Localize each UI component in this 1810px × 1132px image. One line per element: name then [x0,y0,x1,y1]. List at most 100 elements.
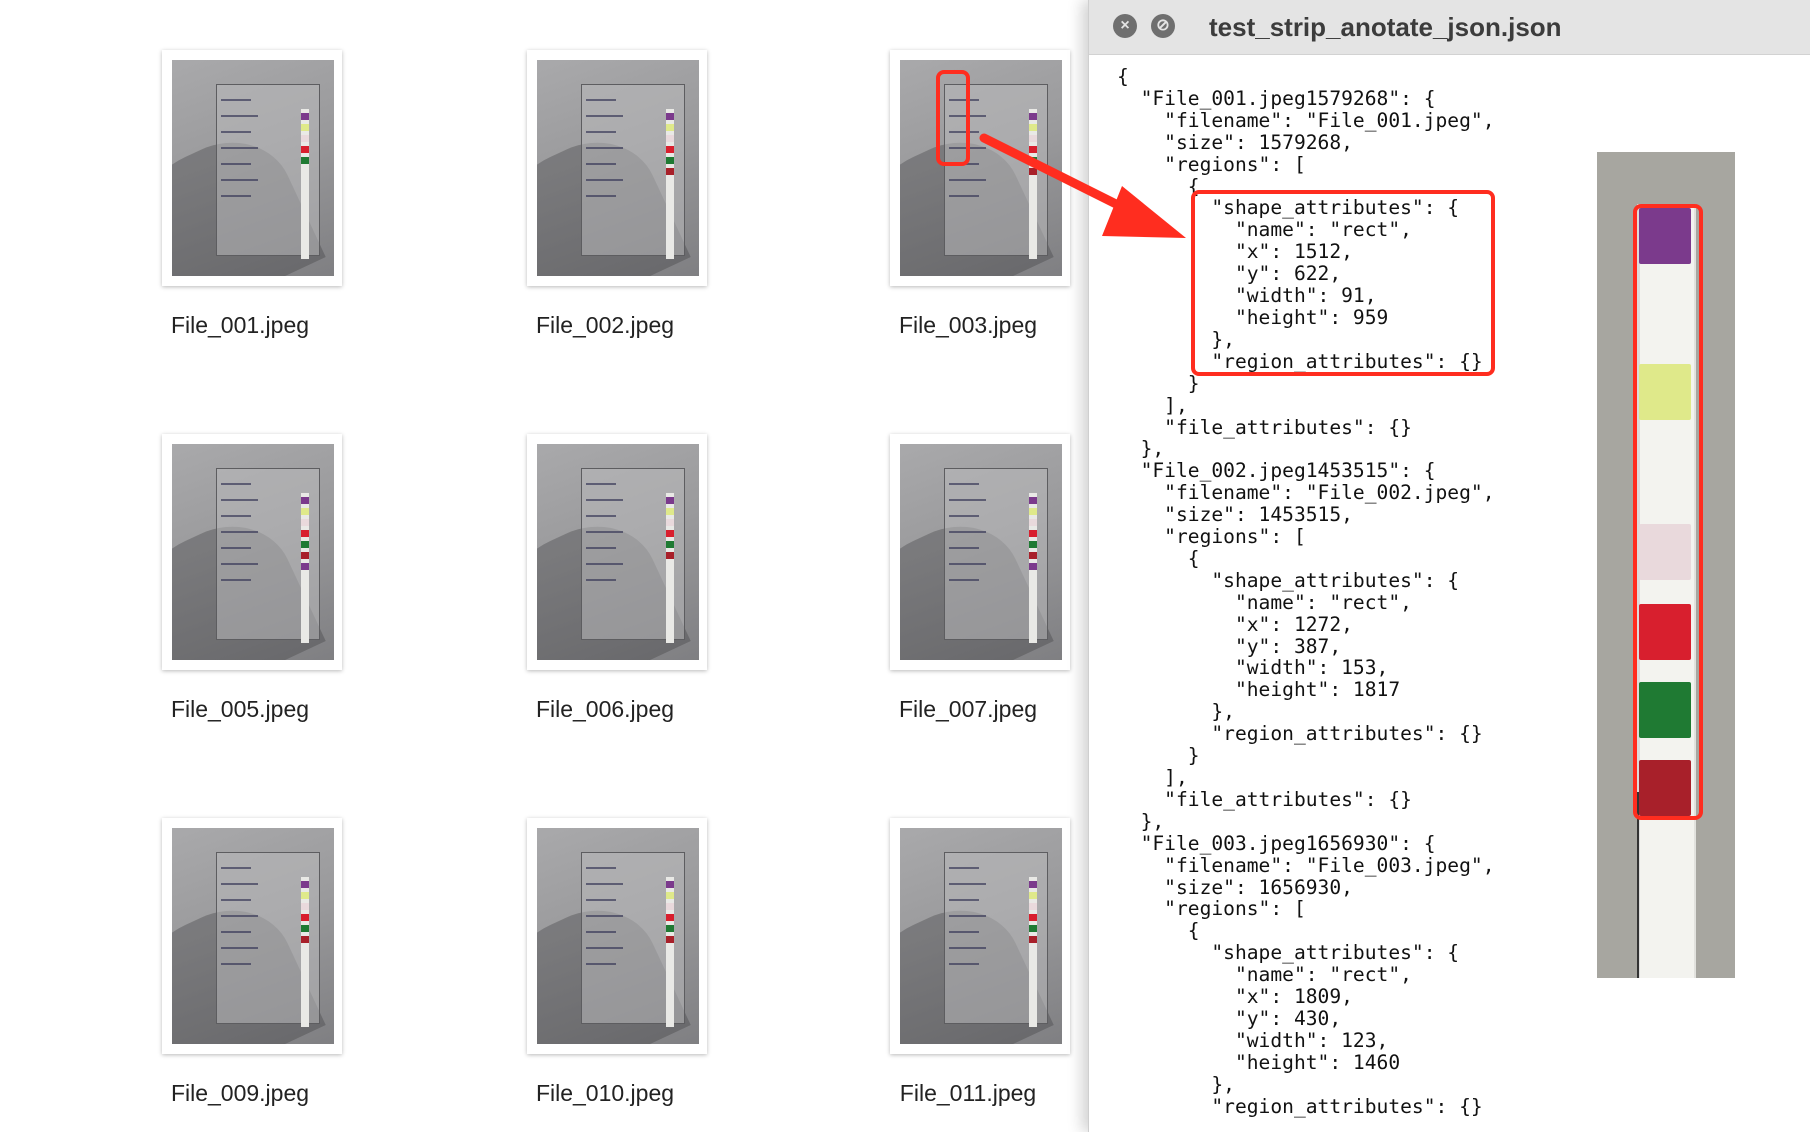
strip-pad [1029,497,1037,504]
strip-pad [1029,124,1037,131]
json-line: ], [1117,766,1188,789]
window-titlebar: × ⊘ test_strip_anotate_json.json [1089,0,1810,55]
strip-pad [1029,925,1037,932]
thumbnail-strip [301,877,309,1027]
json-line: "size": 1656930, [1117,875,1353,899]
json-line: "height": 1817 [1117,678,1401,702]
close-icon[interactable]: × [1113,14,1137,38]
file-thumbnail[interactable] [527,818,707,1054]
handwriting-line [949,515,979,517]
json-line: "width": 123, [1117,1028,1389,1052]
handwriting-line [586,563,623,565]
strip-pad [666,552,674,559]
file-name: File_007.jpeg [898,696,1038,722]
strip-pad [666,497,674,504]
handwriting-line [221,179,258,181]
strip-pad [301,497,309,504]
file-thumbnail[interactable] [162,50,342,286]
handwriting-line [221,483,251,485]
handwriting-line [586,899,616,901]
json-line: "File_002.jpeg1453515": { [1117,459,1436,483]
json-line: }, [1117,1072,1235,1096]
file-thumbnail[interactable] [890,50,1070,286]
json-line: "shape_attributes": { [1117,568,1460,592]
handwriting-line [221,163,251,165]
strip-pad [1029,936,1037,943]
json-line: "regions": [ [1117,152,1306,176]
file-name: File_001.jpeg [170,312,310,338]
thumbnail-strip [666,109,674,259]
handwriting-line [949,531,986,533]
thumbnail-paper [216,468,320,643]
strip-pad [666,881,674,888]
file-thumbnail[interactable] [527,434,707,670]
json-line: "File_001.jpeg1579268": { [1117,86,1436,110]
file-name: File_006.jpeg [535,696,675,722]
strip-pad [1029,552,1037,559]
json-line: "y": 387, [1117,634,1342,658]
handwriting-line [949,947,986,949]
strip-pad [301,541,309,548]
handwriting-line [949,547,979,549]
strip-pad [1029,914,1037,921]
handwriting-line [949,931,979,933]
json-preview-window: × ⊘ test_strip_anotate_json.json { "File… [1088,0,1810,1132]
strip-pad [666,530,674,537]
strip-pad [666,925,674,932]
thumbnail-paper [581,84,685,259]
handwriting-line [221,531,258,533]
strip-pad [1029,157,1037,164]
strip-pad [666,135,674,142]
json-line: "x": 1809, [1117,985,1353,1009]
handwriting-line [949,579,979,581]
thumbnail-paper [944,468,1048,643]
strip-pad [1029,541,1037,548]
thumbnail-strip [1029,109,1037,259]
handwriting-line [586,99,616,101]
thumbnail-paper [216,852,320,1027]
thumbnail-photo [900,60,1062,276]
handwriting-line [586,867,616,869]
handwriting-line [586,499,623,501]
json-line: { [1117,65,1129,88]
strip-pad [1029,135,1037,142]
file-thumbnail[interactable] [890,818,1070,1054]
json-line: "file_attributes": {} [1117,787,1412,811]
handwriting-line [949,483,979,485]
strip-pad [666,914,674,921]
handwriting-line [221,115,258,117]
handwriting-line [586,163,616,165]
thumbnail-photo [900,828,1062,1044]
handwriting-line [586,179,623,181]
window-title: test_strip_anotate_json.json [1209,12,1562,42]
file-thumbnail[interactable] [890,434,1070,670]
handwriting-line [221,867,251,869]
json-line: "shape_attributes": { [1117,941,1460,965]
strip-pad [1029,168,1037,175]
thumbnail-strip-highlight-box [936,70,970,166]
strip-pad [666,168,674,175]
strip-pad [1029,113,1037,120]
strip-pad [301,519,309,526]
file-name: File_003.jpeg [898,312,1038,338]
strip-pad [301,530,309,537]
strip-pad [301,563,309,570]
file-thumbnail[interactable] [162,434,342,670]
strip-pad [301,157,309,164]
json-line: "height": 1460 [1117,1050,1401,1074]
strip-highlight-box [1633,204,1703,820]
handwriting-line [221,499,258,501]
prohibit-icon[interactable]: ⊘ [1151,14,1175,38]
strip-pad [301,124,309,131]
handwriting-line [586,579,616,581]
handwriting-line [949,563,986,565]
json-line: "size": 1579268, [1117,130,1353,154]
thumbnail-photo [537,828,699,1044]
strip-pad [1029,146,1037,153]
handwriting-line [949,867,979,869]
thumbnail-strip [1029,493,1037,643]
file-thumbnail[interactable] [527,50,707,286]
strip-pad [1029,892,1037,899]
file-thumbnail[interactable] [162,818,342,1054]
strip-pad [301,113,309,120]
